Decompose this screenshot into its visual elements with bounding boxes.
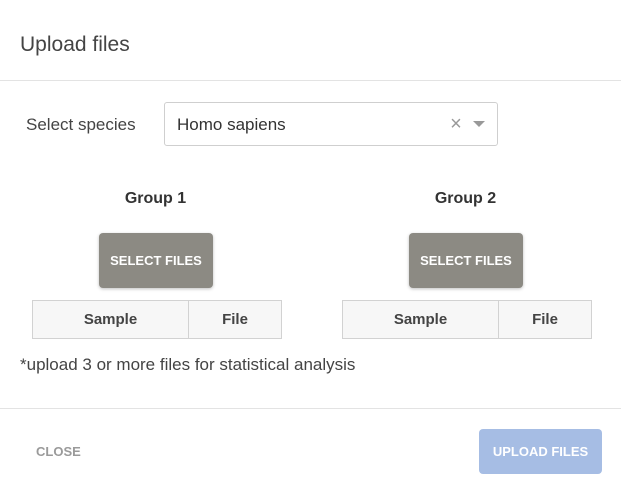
files-table-group-1: Sample File <box>32 300 282 339</box>
column-header-sample[interactable]: Sample <box>32 300 189 339</box>
table-header-row: Sample File <box>342 300 592 339</box>
files-table-group-2: Sample File <box>342 300 592 339</box>
close-icon[interactable]: × <box>447 112 465 136</box>
species-value: Homo sapiens <box>177 115 286 134</box>
table-header-row: Sample File <box>32 300 282 339</box>
select-files-button-group-2[interactable]: SELECT FILES <box>409 233 523 288</box>
group-title: Group 1 <box>124 190 187 207</box>
species-label: Select species <box>26 115 136 134</box>
dialog-header: Upload files <box>0 0 621 81</box>
dialog-footer: CLOSE UPLOAD FILES <box>0 408 621 490</box>
column-header-sample[interactable]: Sample <box>342 300 499 339</box>
column-header-file[interactable]: File <box>188 300 282 339</box>
upload-files-dialog: Upload files Select species Homo sapiens… <box>0 0 621 490</box>
column-header-file[interactable]: File <box>498 300 592 339</box>
dialog-title: Upload files <box>20 33 130 56</box>
select-files-button-group-1[interactable]: SELECT FILES <box>99 233 213 288</box>
species-select[interactable]: Homo sapiens × <box>164 102 498 146</box>
chevron-down-icon[interactable] <box>473 121 485 127</box>
statistical-analysis-note: *upload 3 or more files for statistical … <box>20 355 356 374</box>
upload-files-button[interactable]: UPLOAD FILES <box>479 429 602 474</box>
group-title: Group 2 <box>434 190 497 207</box>
close-button[interactable]: CLOSE <box>36 444 81 460</box>
